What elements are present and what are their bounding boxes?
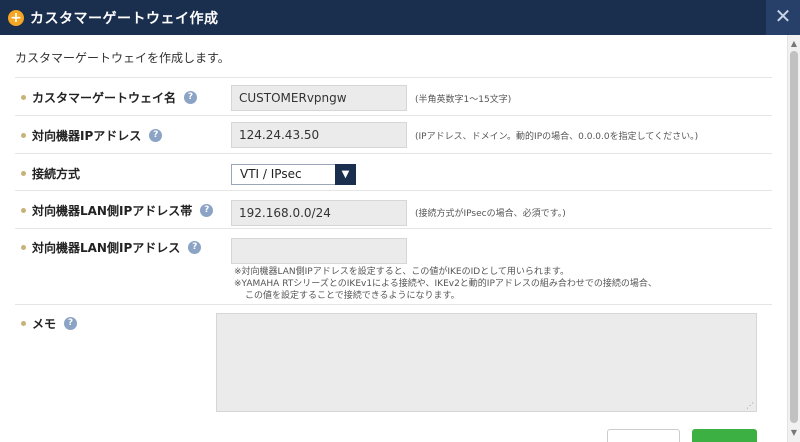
resize-grip-icon[interactable]: ⋰ (746, 401, 754, 410)
lan-ip-note: ※対向機器LAN側IPアドレスを設定すると、この値がIKEのIDとして用いられま… (234, 267, 570, 277)
help-icon[interactable]: ? (184, 91, 198, 104)
field-label-memo: メモ ? (21, 315, 78, 332)
name-hint: (半角英数字1～15文字) (415, 95, 512, 105)
cancel-button[interactable] (607, 429, 680, 442)
dialog-description: カスタマーゲートウェイを作成します。 (15, 51, 230, 65)
label-text: 対向機器LAN側IPアドレス帯 (32, 204, 193, 218)
field-label-lan-ip: 対向機器LAN側IPアドレス ? (21, 239, 202, 256)
create-button[interactable] (692, 429, 757, 442)
help-icon[interactable]: ? (64, 317, 78, 330)
memo-textarea[interactable]: ⋰ (216, 313, 757, 412)
bullet-icon (21, 208, 26, 213)
connection-select[interactable]: VTI / IPsec ▼ (231, 164, 356, 185)
name-input[interactable]: CUSTOMERvpngw (231, 85, 407, 111)
field-label-name: カスタマーゲートウェイ名 ? (21, 89, 198, 106)
peer-ip-hint: (IPアドレス、ドメイン。動的IPの場合、0.0.0.0を指定してください。) (415, 132, 699, 142)
bullet-icon (21, 245, 26, 250)
dialog-titlebar: + カスタマーゲートウェイ作成 ✕ (0, 0, 800, 35)
lan-ip-input[interactable] (231, 238, 407, 264)
plus-circle-icon: + (8, 9, 24, 26)
label-text: 接続方式 (32, 167, 81, 181)
scroll-up-arrow-icon[interactable]: ▲ (788, 37, 800, 51)
scrollbar-thumb[interactable] (790, 51, 798, 423)
scroll-down-arrow-icon[interactable]: ▼ (788, 426, 800, 440)
select-value: VTI / IPsec (240, 167, 302, 181)
close-icon[interactable]: ✕ (766, 0, 800, 35)
label-text: 対向機器IPアドレス (32, 129, 142, 143)
form-row-peer-ip: 対向機器IPアドレス ? 124.24.43.50 (IPアドレス、ドメイン。動… (15, 116, 772, 154)
bullet-icon (21, 171, 26, 176)
bullet-icon (21, 133, 26, 138)
vertical-scrollbar[interactable]: ▲ ▼ (787, 35, 800, 442)
label-text: メモ (32, 317, 57, 331)
form-row-name: カスタマーゲートウェイ名 ? CUSTOMERvpngw (半角英数字1～15文… (15, 78, 772, 116)
label-text: 対向機器LAN側IPアドレス (32, 241, 181, 255)
form-row-lan-range: 対向機器LAN側IPアドレス帯 ? 192.168.0.0/24 (接続方式がI… (15, 191, 772, 229)
lan-ip-note: この値を設定することで接続できるようになります。 (245, 291, 460, 301)
help-icon[interactable]: ? (200, 204, 214, 217)
label-text: カスタマーゲートウェイ名 (32, 91, 177, 105)
field-label-connection: 接続方式 (21, 165, 80, 182)
lan-ip-note: ※YAMAHA RTシリーズとのIKEv1による接続や、IKEv2と動的IPアド… (234, 279, 657, 289)
lan-range-hint: (接続方式がIPsecの場合、必須です。) (415, 209, 566, 219)
field-label-lan-range: 対向機器LAN側IPアドレス帯 ? (21, 202, 214, 219)
dialog-body: カスタマーゲートウェイを作成します。 カスタマーゲートウェイ名 ? CUSTOM… (0, 35, 787, 442)
dialog-title: カスタマーゲートウェイ作成 (30, 10, 219, 27)
bullet-icon (21, 321, 26, 326)
form-row-connection: 接続方式 VTI / IPsec ▼ (15, 154, 772, 191)
field-label-peer-ip: 対向機器IPアドレス ? (21, 127, 163, 144)
peer-ip-input[interactable]: 124.24.43.50 (231, 122, 407, 148)
help-icon[interactable]: ? (188, 241, 202, 254)
chevron-down-icon[interactable]: ▼ (335, 164, 356, 185)
lan-range-input[interactable]: 192.168.0.0/24 (231, 200, 407, 226)
form-row-lan-ip: 対向機器LAN側IPアドレス ? ※対向機器LAN側IPアドレスを設定すると、こ… (15, 229, 772, 305)
help-icon[interactable]: ? (149, 129, 163, 142)
bullet-icon (21, 95, 26, 100)
